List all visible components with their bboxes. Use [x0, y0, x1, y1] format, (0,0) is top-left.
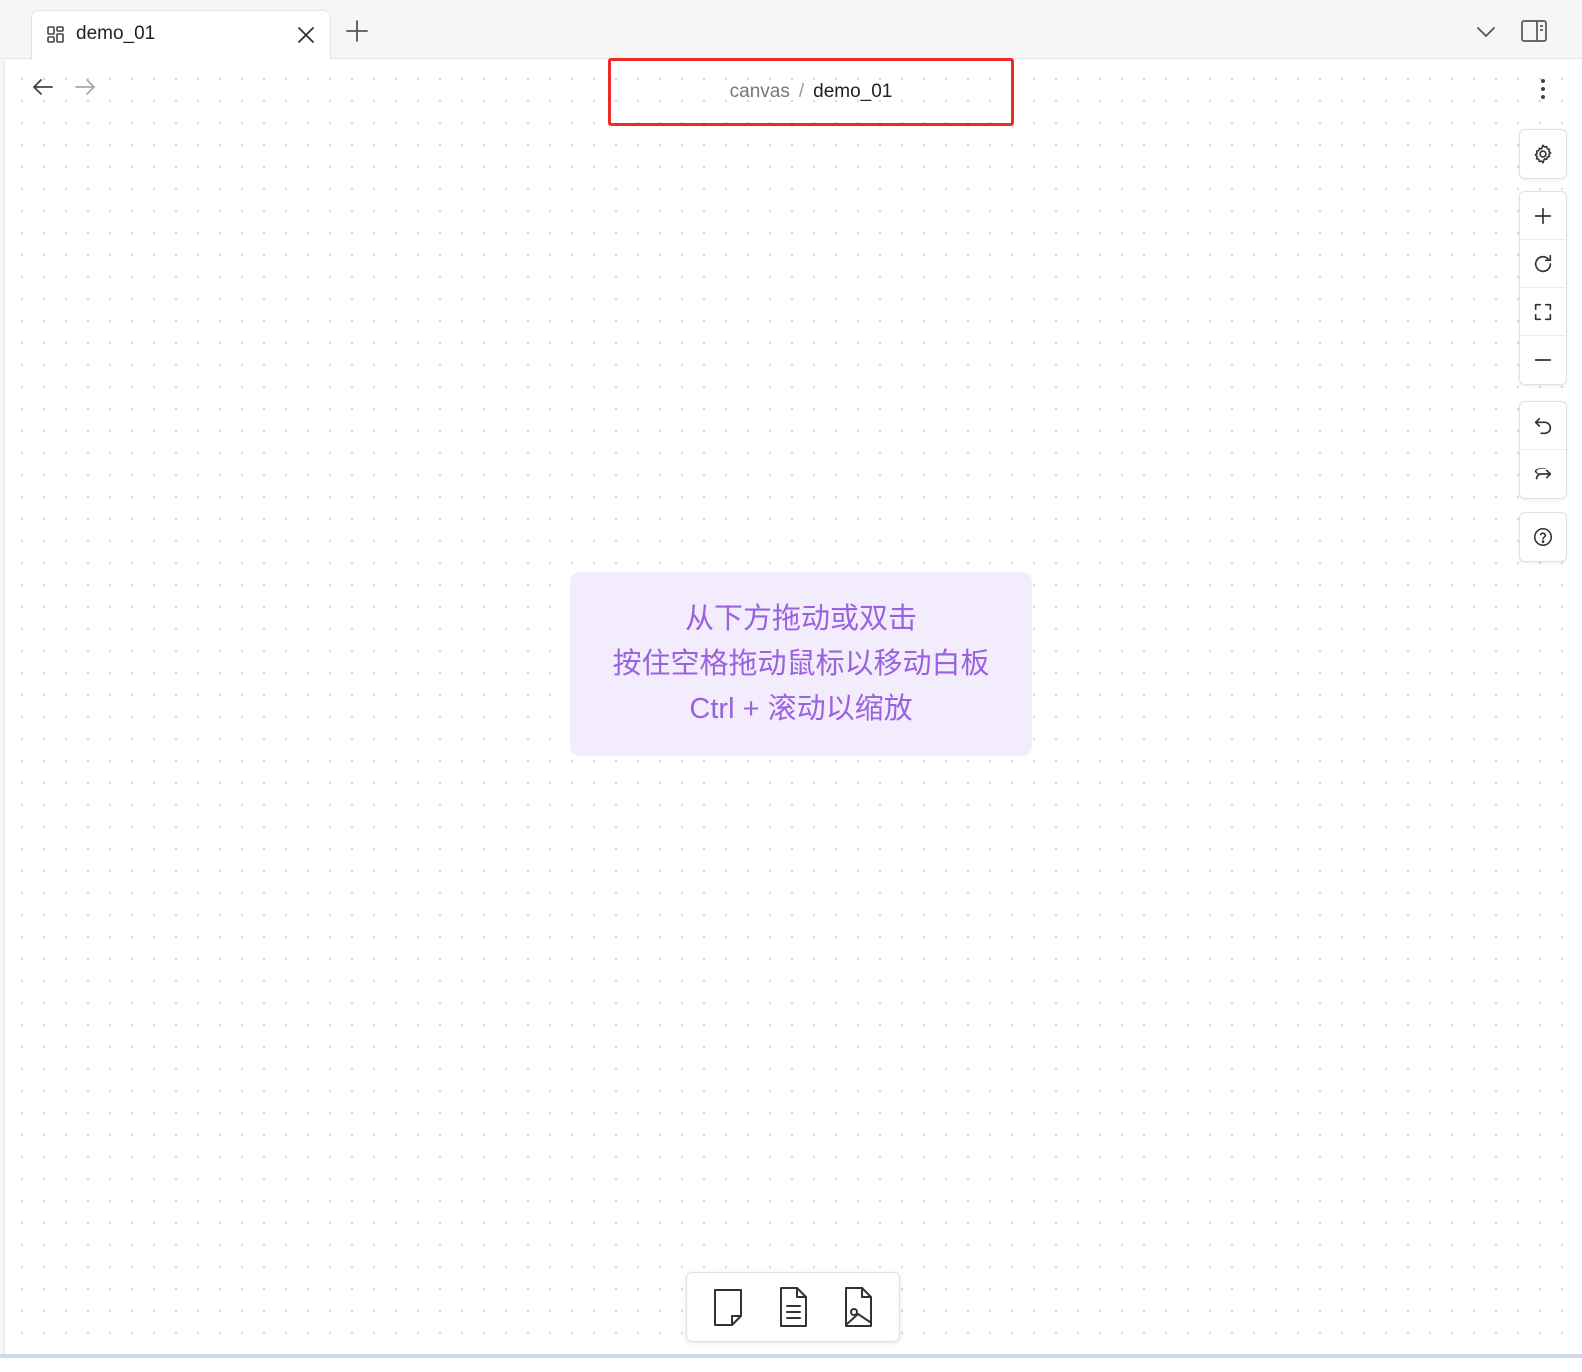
- breadcrumb-parent[interactable]: canvas: [730, 81, 790, 103]
- redo-icon[interactable]: [1520, 450, 1566, 498]
- sidebar-toggle-icon[interactable]: [1519, 16, 1549, 46]
- tab-label: demo_01: [76, 23, 156, 44]
- breadcrumb-current[interactable]: demo_01: [813, 81, 892, 103]
- note-file-icon[interactable]: [771, 1283, 815, 1331]
- help-circle-icon[interactable]: [1520, 513, 1566, 561]
- arrow-right-icon[interactable]: [72, 74, 98, 100]
- hint-line-1: 从下方拖动或双击: [684, 602, 917, 635]
- card-icon[interactable]: [706, 1283, 750, 1331]
- arrow-left-icon[interactable]: [30, 74, 56, 100]
- breadcrumb: canvas / demo_01: [608, 58, 1014, 126]
- image-file-icon[interactable]: [836, 1283, 880, 1331]
- gear-icon[interactable]: [1520, 130, 1566, 178]
- close-icon[interactable]: [294, 23, 318, 47]
- new-tab-plus-icon[interactable]: [344, 18, 370, 44]
- history-group: [1519, 401, 1567, 499]
- breadcrumb-separator: /: [798, 81, 805, 102]
- hint-line-2: 按住空格拖动鼠标以移动白板: [612, 647, 990, 680]
- hint-line-3: Ctrl + 滚动以缩放: [689, 692, 913, 725]
- undo-icon[interactable]: [1520, 402, 1566, 450]
- bottom-strip: [0, 1358, 1582, 1372]
- canvas-hint-card: 从下方拖动或双击 按住空格拖动鼠标以移动白板 Ctrl + 滚动以缩放: [570, 572, 1032, 756]
- more-options-icon[interactable]: [1530, 76, 1556, 102]
- tab-demo-01[interactable]: demo_01: [31, 10, 331, 60]
- help-group: [1519, 512, 1567, 562]
- tab-bar: demo_01: [0, 0, 1582, 60]
- fullscreen-icon[interactable]: [1520, 288, 1566, 336]
- zoom-out-minus-icon[interactable]: [1520, 336, 1566, 384]
- settings-group: [1519, 129, 1567, 179]
- reset-rotate-icon[interactable]: [1520, 240, 1566, 288]
- zoom-in-plus-icon[interactable]: [1520, 192, 1566, 240]
- chevron-down-icon[interactable]: [1474, 20, 1498, 44]
- bottom-toolbar: [686, 1272, 900, 1342]
- zoom-group: [1519, 191, 1567, 385]
- canvas-grid-icon: [46, 25, 66, 45]
